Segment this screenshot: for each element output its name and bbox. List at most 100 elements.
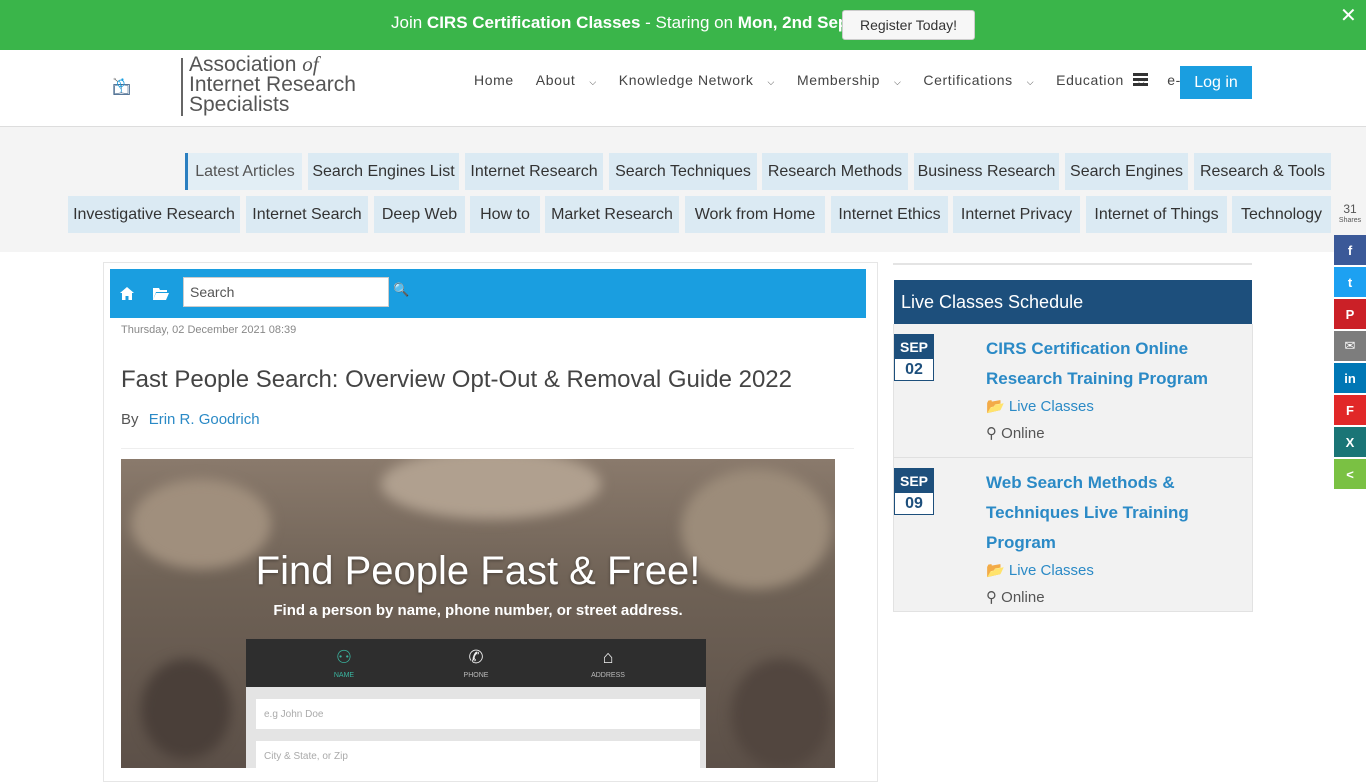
- nav-knowledge-network[interactable]: Knowledge Network ⌵: [619, 72, 786, 88]
- promo-mid: - Staring on: [640, 13, 734, 32]
- hero-subline: Find a person by name, phone number, or …: [273, 602, 683, 619]
- home-icon: ⌂: [602, 647, 614, 667]
- search-input[interactable]: Search: [183, 277, 389, 307]
- login-button[interactable]: Log in: [1180, 66, 1252, 99]
- facebook-icon[interactable]: f: [1334, 235, 1366, 265]
- tag-deep-web[interactable]: Deep Web: [374, 196, 465, 233]
- tag-latest-articles[interactable]: Latest Articles: [185, 153, 302, 190]
- nav-home[interactable]: Home: [474, 72, 525, 88]
- pinterest-icon[interactable]: P: [1334, 299, 1366, 329]
- event-separator: [894, 457, 1252, 458]
- share-icon[interactable]: <: [1334, 459, 1366, 489]
- tag-internet-research[interactable]: Internet Research: [465, 153, 603, 190]
- author-link[interactable]: Erin R. Goodrich: [149, 411, 260, 428]
- nav-membership[interactable]: Membership ⌵: [797, 72, 912, 88]
- sidebar-title: Live Classes Schedule: [894, 280, 1252, 324]
- hero-tab-name-label: NAME: [333, 672, 355, 679]
- person-icon: ⚇: [335, 647, 353, 667]
- tag-market-research[interactable]: Market Research: [545, 196, 679, 233]
- event-day: 09: [905, 495, 923, 512]
- promo-date: Mon, 2nd Sept: [737, 13, 854, 32]
- article-byline: By Erin R. Goodrich: [121, 411, 260, 428]
- article-date: Thursday, 02 December 2021 08:39: [121, 324, 297, 336]
- hero-tab-phone-label: PHONE: [463, 672, 489, 679]
- folder-icon: 📂: [986, 398, 1005, 415]
- logo-divider: [181, 58, 183, 116]
- article-title: Fast People Search: Overview Opt-Out & R…: [121, 366, 792, 393]
- tag-search-engines-list[interactable]: Search Engines List: [308, 153, 459, 190]
- tag-how-to[interactable]: How to: [470, 196, 540, 233]
- event-category-link[interactable]: Live Classes: [1009, 398, 1094, 415]
- tag-internet-search[interactable]: Internet Search: [246, 196, 368, 233]
- site-name[interactable]: Association of Internet Research Special…: [189, 54, 356, 116]
- event-category: 📂 Live Classes: [986, 397, 1094, 415]
- nav-about-label: About: [535, 72, 576, 88]
- nav-home-label: Home: [474, 72, 514, 88]
- share-count-number: 31: [1343, 202, 1357, 216]
- event-location: ⚲ Online: [986, 588, 1045, 606]
- tag-work-from-home[interactable]: Work from Home: [685, 196, 825, 233]
- site-logo[interactable]: [113, 54, 181, 120]
- chevron-down-icon: ⌵: [893, 77, 902, 87]
- tag-internet-ethics[interactable]: Internet Ethics: [831, 196, 948, 233]
- map-marker-icon: ⚲: [986, 425, 997, 442]
- xing-icon[interactable]: X: [1334, 427, 1366, 457]
- hero-tab-address: ⌂ ADDRESS: [568, 647, 648, 679]
- event-title-link[interactable]: CIRS Certification Online Research Train…: [986, 334, 1236, 394]
- chevron-down-icon: ⌵: [589, 77, 597, 87]
- event-category: 📂 Live Classes: [986, 561, 1094, 579]
- tag-research-methods[interactable]: Research Methods: [762, 153, 908, 190]
- hero-tab-address-label: ADDRESS: [591, 672, 625, 679]
- hero-headline: Find People Fast & Free!: [255, 549, 701, 593]
- tag-search-techniques[interactable]: Search Techniques: [609, 153, 757, 190]
- linkedin-icon[interactable]: in: [1334, 363, 1366, 393]
- hamburger-menu-icon[interactable]: [1133, 73, 1148, 87]
- map-marker-icon: ⚲: [986, 589, 997, 606]
- nav-education-label: Education: [1056, 72, 1124, 88]
- folder-icon[interactable]: [153, 287, 169, 300]
- search-placeholder: Search: [190, 284, 235, 300]
- hero-tab-name: ⚇ NAME: [304, 647, 384, 679]
- event-location-label: Online: [1001, 425, 1045, 442]
- event-category-link[interactable]: Live Classes: [1009, 562, 1094, 579]
- event-title-link[interactable]: Web Search Methods & Techniques Live Tra…: [986, 468, 1236, 558]
- brand-line-2: Internet Research: [189, 73, 356, 96]
- tag-internet-privacy[interactable]: Internet Privacy: [953, 196, 1080, 233]
- share-count-label: Shares: [1338, 217, 1362, 224]
- tag-technology[interactable]: Technology: [1232, 196, 1331, 233]
- hero-search-panel: ⚇ NAME ✆ PHONE ⌂ ADDRESS e.g John Doe City …: [246, 639, 706, 768]
- event-date-badge: SEP 09: [894, 468, 934, 515]
- nav-membership-label: Membership: [796, 72, 880, 88]
- byline-label: By: [121, 411, 139, 428]
- nav-knowledge-network-label: Knowledge Network: [618, 72, 754, 88]
- nav-certifications-label: Certifications: [923, 72, 1013, 88]
- promo-message: Join CIRS Certification Classes - Starin…: [391, 13, 854, 33]
- tag-investigative-research[interactable]: Investigative Research: [68, 196, 240, 233]
- event-month: SEP: [895, 469, 933, 493]
- folder-icon: 📂: [986, 562, 1005, 579]
- tag-search-engines[interactable]: Search Engines: [1065, 153, 1188, 190]
- promo-prefix: Join: [391, 13, 423, 32]
- tag-internet-of-things[interactable]: Internet of Things: [1086, 196, 1227, 233]
- sidebar-divider: [893, 263, 1252, 265]
- tag-business-research[interactable]: Business Research: [914, 153, 1059, 190]
- promo-course: CIRS Certification Classes: [426, 13, 641, 32]
- email-icon[interactable]: ✉: [1334, 331, 1366, 361]
- home-icon[interactable]: [120, 287, 134, 300]
- hero-name-field: e.g John Doe: [256, 699, 700, 729]
- promo-bar: Join CIRS Certification Classes - Starin…: [0, 0, 1366, 50]
- twitter-icon[interactable]: t: [1334, 267, 1366, 297]
- flipboard-icon[interactable]: F: [1334, 395, 1366, 425]
- register-today-button[interactable]: Register Today!: [842, 10, 975, 40]
- search-icon[interactable]: 🔍: [393, 282, 409, 298]
- close-icon[interactable]: ✕: [1340, 3, 1357, 28]
- event-date-badge: SEP 02: [894, 334, 934, 381]
- nav-about[interactable]: About ⌵: [536, 72, 608, 88]
- main-nav: Home About ⌵ Knowledge Network ⌵ Membershi…: [474, 72, 1238, 88]
- hero-name-placeholder: e.g John Doe: [264, 708, 324, 720]
- hero-location-field: City & State, or Zip: [256, 741, 700, 768]
- tag-research-tools[interactable]: Research & Tools: [1194, 153, 1331, 190]
- hero-location-placeholder: City & State, or Zip: [264, 750, 348, 762]
- share-count: 31 Shares: [1336, 203, 1364, 227]
- nav-certifications[interactable]: Certifications ⌵: [923, 72, 1045, 88]
